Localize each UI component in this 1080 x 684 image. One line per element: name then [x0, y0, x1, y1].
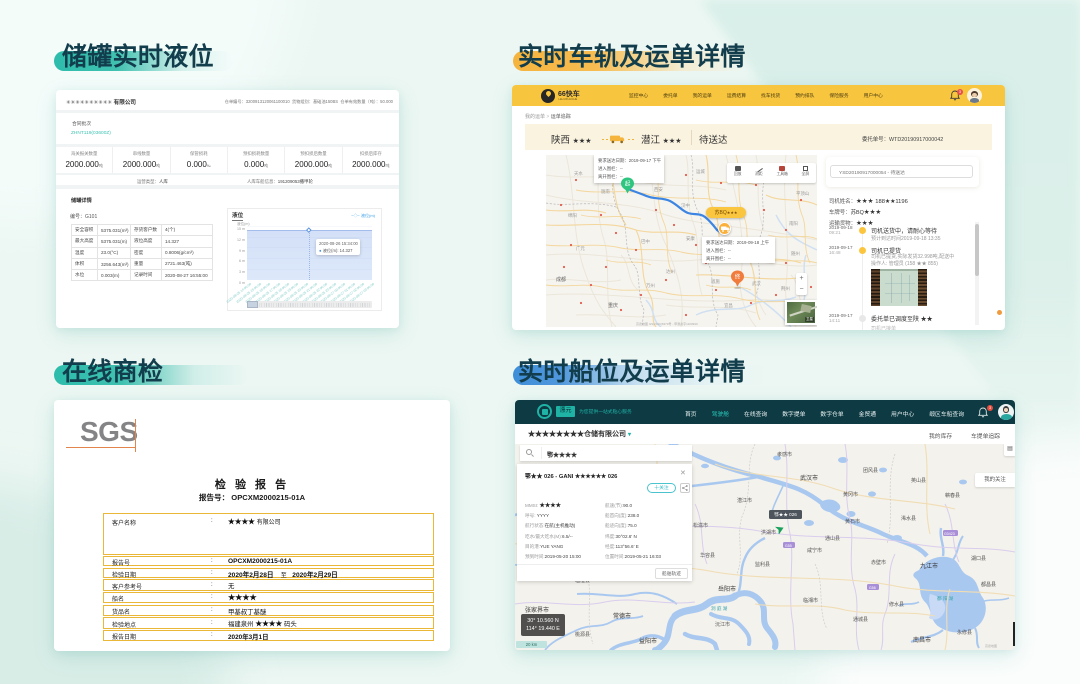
svg-text:潜江市: 潜江市	[737, 497, 752, 504]
svg-text:安康: 安康	[686, 235, 695, 242]
svg-text:广元: 广元	[576, 245, 585, 252]
svg-text:宜昌: 宜昌	[724, 302, 733, 309]
svg-text:桃源县: 桃源县	[575, 631, 590, 638]
svg-text:临湘市: 临湘市	[803, 597, 818, 604]
svg-text:蕲春县: 蕲春县	[945, 492, 960, 499]
svg-text:陇南: 陇南	[601, 188, 610, 195]
svg-text:赤壁市: 赤壁市	[871, 559, 886, 566]
svg-text:咸宁市: 咸宁市	[807, 547, 822, 554]
svg-text:通城县: 通城县	[853, 616, 868, 623]
svg-text:黄石市: 黄石市	[845, 518, 860, 525]
svg-text:孝感市: 孝感市	[777, 451, 792, 458]
svg-text:洪湖市: 洪湖市	[761, 529, 776, 536]
svg-text:重庆: 重庆	[608, 302, 618, 309]
svg-text:南昌市: 南昌市	[913, 636, 931, 644]
svg-text:都昌县: 都昌县	[981, 582, 996, 588]
svg-text:鄱 阳 湖: 鄱 阳 湖	[937, 595, 954, 602]
svg-text:沅江市: 沅江市	[715, 621, 730, 628]
svg-text:武汉: 武汉	[752, 280, 761, 287]
svg-text:荆州: 荆州	[781, 285, 790, 292]
svg-text:绵阳: 绵阳	[568, 212, 577, 219]
svg-text:西安: 西安	[654, 186, 663, 193]
svg-text:修水县: 修水县	[889, 601, 904, 608]
svg-text:湖口县: 湖口县	[971, 555, 986, 562]
svg-text:起: 起	[625, 181, 631, 188]
svg-text:武汉市: 武汉市	[800, 474, 818, 482]
svg-text:巴中: 巴中	[641, 238, 650, 245]
svg-text:常德市: 常德市	[613, 612, 631, 620]
svg-text:成都: 成都	[556, 276, 566, 283]
svg-text:永修县: 永修县	[957, 629, 972, 636]
svg-text:运城: 运城	[696, 168, 705, 175]
svg-text:汉中: 汉中	[681, 202, 690, 209]
svg-text:英山县: 英山县	[911, 477, 926, 484]
svg-text:岳阳市: 岳阳市	[718, 585, 736, 593]
svg-text:平顶山: 平顶山	[796, 190, 809, 197]
svg-text:监利县: 监利县	[755, 561, 770, 568]
svg-text:团风县: 团风县	[863, 468, 878, 474]
svg-text:G0423: G0423	[944, 532, 955, 536]
svg-text:随州: 随州	[791, 250, 800, 257]
svg-text:黄冈市: 黄冈市	[843, 491, 858, 498]
svg-text:洞 庭 湖: 洞 庭 湖	[711, 605, 728, 612]
svg-text:南阳: 南阳	[789, 220, 798, 227]
svg-text:松滋市: 松滋市	[693, 522, 708, 529]
svg-text:张家界市: 张家界市	[525, 606, 549, 614]
svg-text:浠水县: 浠水县	[901, 515, 916, 522]
svg-text:通山县: 通山县	[825, 535, 840, 542]
svg-text:G56: G56	[869, 586, 876, 590]
svg-text:九江市: 九江市	[920, 562, 938, 570]
svg-text:终: 终	[735, 273, 741, 281]
svg-text:益阳市: 益阳市	[639, 637, 657, 645]
svg-text:天水: 天水	[574, 170, 583, 177]
svg-text:G55: G55	[785, 544, 792, 548]
svg-text:达州: 达州	[666, 268, 675, 275]
svg-text:恩施: 恩施	[711, 278, 720, 285]
svg-text:华容县: 华容县	[700, 552, 715, 559]
